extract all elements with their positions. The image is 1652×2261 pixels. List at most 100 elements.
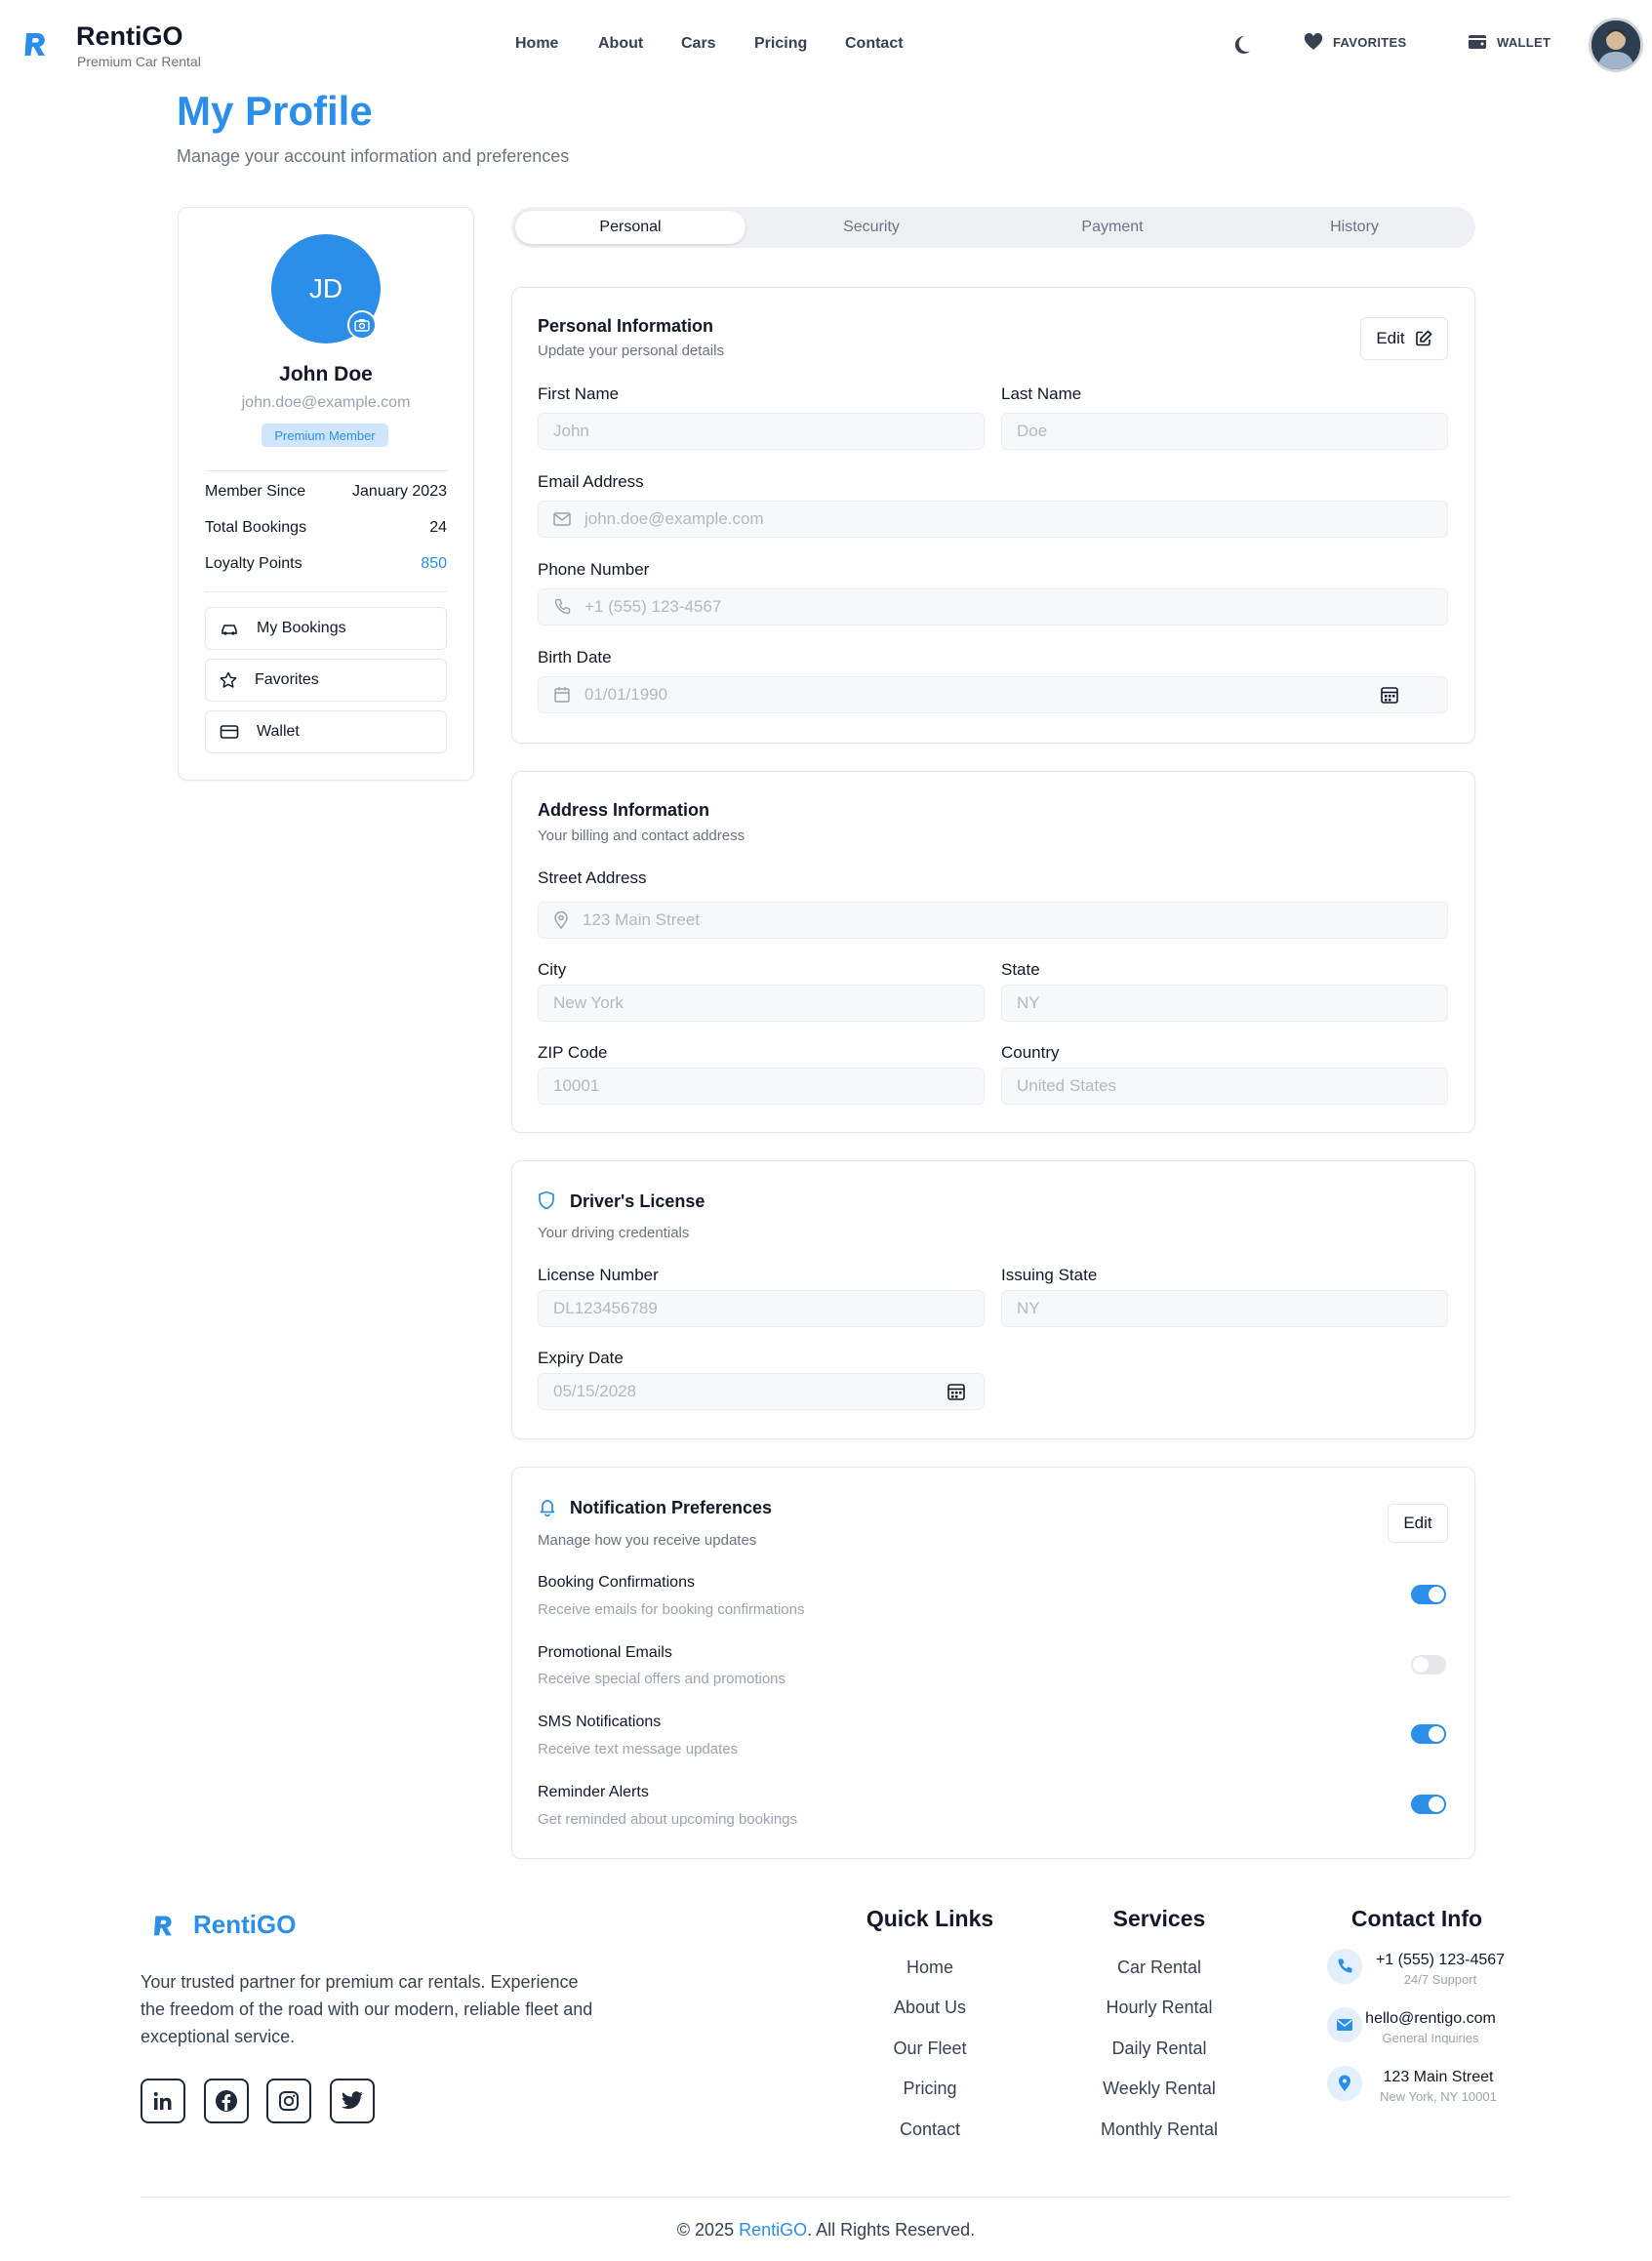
footer-link-contact[interactable]: Contact bbox=[849, 2120, 1011, 2140]
tab-payment[interactable]: Payment bbox=[997, 211, 1228, 244]
nav-cars[interactable]: Cars bbox=[681, 35, 716, 53]
copyright-brand-link[interactable]: RentiGO bbox=[739, 2220, 807, 2240]
expiry-date-value: 05/15/2028 bbox=[553, 1382, 637, 1400]
edit-personal-button[interactable]: Edit bbox=[1360, 317, 1448, 360]
state-label: State bbox=[1001, 960, 1040, 979]
expiry-date-input[interactable]: 05/15/2028 bbox=[538, 1373, 985, 1410]
phone-value: +1 (555) 123-4567 bbox=[584, 597, 722, 616]
copyright-prefix: © 2025 bbox=[676, 2220, 740, 2240]
nav-home[interactable]: Home bbox=[515, 35, 558, 53]
pref-reminder-alerts-desc: Get reminded about upcoming bookings bbox=[538, 1811, 798, 1828]
birth-date-label: Birth Date bbox=[538, 648, 612, 666]
toggle-booking-confirmations[interactable] bbox=[1411, 1585, 1446, 1604]
zip-label: ZIP Code bbox=[538, 1043, 608, 1062]
footer-service-weekly[interactable]: Weekly Rental bbox=[1068, 2079, 1251, 2099]
menu-wallet-label: Wallet bbox=[257, 723, 300, 740]
email-input[interactable]: john.doe@example.com bbox=[538, 501, 1448, 538]
wallet-button[interactable]: WALLET bbox=[1468, 33, 1551, 51]
notification-preferences-subtitle: Manage how you receive updates bbox=[538, 1532, 757, 1549]
stat-total-bookings-label: Total Bookings bbox=[205, 519, 307, 536]
toggle-promotional-emails[interactable] bbox=[1411, 1655, 1446, 1675]
footer-logo-icon[interactable] bbox=[151, 1913, 177, 1938]
instagram-button[interactable] bbox=[266, 2079, 311, 2123]
menu-favorites[interactable]: Favorites bbox=[205, 659, 447, 702]
footer-service-car-rental[interactable]: Car Rental bbox=[1068, 1958, 1251, 1978]
contact-info-title: Contact Info bbox=[1350, 1906, 1483, 1931]
footer-divider bbox=[141, 2197, 1511, 2198]
license-number-input[interactable]: DL123456789 bbox=[538, 1290, 985, 1327]
contact-phone-sub: 24/7 Support bbox=[1403, 1972, 1477, 1987]
stat-member-since-value: January 2023 bbox=[352, 483, 447, 500]
footer-service-daily[interactable]: Daily Rental bbox=[1068, 2039, 1251, 2059]
nav-pricing[interactable]: Pricing bbox=[754, 35, 807, 53]
address-info-subtitle: Your billing and contact address bbox=[538, 828, 745, 844]
city-value: New York bbox=[553, 993, 624, 1012]
contact-email[interactable]: hello@rentigo.com bbox=[1356, 2010, 1505, 2028]
footer-link-about[interactable]: About Us bbox=[849, 1998, 1011, 2018]
brand-logo-icon[interactable] bbox=[21, 29, 51, 59]
first-name-value: John bbox=[553, 422, 589, 440]
notification-preferences-card bbox=[511, 1467, 1475, 1859]
brand-tagline: Premium Car Rental bbox=[77, 54, 201, 69]
footer-link-fleet[interactable]: Our Fleet bbox=[849, 2039, 1011, 2059]
last-name-value: Doe bbox=[1017, 422, 1048, 440]
country-input[interactable]: United States bbox=[1001, 1068, 1448, 1105]
expiry-date-label: Expiry Date bbox=[538, 1349, 624, 1367]
birth-date-input[interactable]: 01/01/1990 bbox=[538, 676, 1448, 713]
dark-mode-moon-icon[interactable] bbox=[1229, 33, 1253, 57]
contact-phone[interactable]: +1 (555) 123-4567 bbox=[1366, 1952, 1514, 1969]
favorites-button[interactable]: FAVORITES bbox=[1304, 33, 1406, 51]
menu-my-bookings[interactable]: My Bookings bbox=[205, 607, 447, 650]
footer-service-monthly[interactable]: Monthly Rental bbox=[1068, 2120, 1251, 2140]
user-avatar[interactable] bbox=[1589, 18, 1643, 72]
state-value: NY bbox=[1017, 993, 1040, 1012]
toggle-sms-notifications[interactable] bbox=[1411, 1724, 1446, 1744]
email-value: john.doe@example.com bbox=[584, 509, 764, 528]
facebook-button[interactable] bbox=[204, 2079, 249, 2123]
last-name-input[interactable]: Doe bbox=[1001, 413, 1448, 450]
brand-name[interactable]: RentiGO bbox=[76, 21, 183, 52]
pref-sms-notifications-title: SMS Notifications bbox=[538, 1714, 662, 1730]
zip-input[interactable]: 10001 bbox=[538, 1068, 985, 1105]
stat-total-bookings-value: 24 bbox=[429, 519, 447, 536]
wallet-icon bbox=[1468, 33, 1487, 51]
edit-notifications-button[interactable]: Edit bbox=[1388, 1504, 1448, 1543]
edit-icon bbox=[1415, 330, 1432, 347]
street-input[interactable]: 123 Main Street bbox=[538, 902, 1448, 939]
license-number-value: DL123456789 bbox=[553, 1299, 658, 1317]
pref-promotional-emails-desc: Receive special offers and promotions bbox=[538, 1671, 786, 1687]
tab-history[interactable]: History bbox=[1239, 211, 1470, 244]
phone-icon bbox=[553, 598, 571, 616]
nav-about[interactable]: About bbox=[598, 35, 643, 53]
date-picker-calendar-icon[interactable] bbox=[1380, 685, 1399, 705]
tab-personal[interactable]: Personal bbox=[515, 211, 745, 244]
twitter-icon bbox=[341, 2091, 364, 2111]
twitter-button[interactable] bbox=[330, 2079, 375, 2123]
issuing-state-input[interactable]: NY bbox=[1001, 1290, 1448, 1327]
membership-badge: Premium Member bbox=[262, 424, 388, 447]
menu-wallet[interactable]: Wallet bbox=[205, 710, 447, 753]
email-label: Email Address bbox=[538, 472, 644, 491]
footer-service-hourly[interactable]: Hourly Rental bbox=[1068, 1998, 1251, 2018]
footer-brand[interactable]: RentiGO bbox=[193, 1910, 296, 1940]
car-icon bbox=[220, 621, 239, 636]
toggle-reminder-alerts[interactable] bbox=[1411, 1795, 1446, 1814]
star-icon bbox=[220, 671, 237, 689]
linkedin-button[interactable] bbox=[141, 2079, 185, 2123]
change-photo-button[interactable] bbox=[347, 310, 377, 340]
phone-input[interactable]: +1 (555) 123-4567 bbox=[538, 588, 1448, 626]
footer-description: Your trusted partner for premium car ren… bbox=[141, 1972, 593, 2046]
birth-date-value: 01/01/1990 bbox=[584, 685, 668, 704]
state-input[interactable]: NY bbox=[1001, 985, 1448, 1022]
expiry-calendar-icon[interactable] bbox=[947, 1382, 966, 1401]
footer-link-home[interactable]: Home bbox=[849, 1958, 1011, 1978]
contact-address: 123 Main Street bbox=[1383, 2069, 1494, 2085]
footer-link-pricing[interactable]: Pricing bbox=[849, 2079, 1011, 2099]
drivers-license-title: Driver's License bbox=[570, 1191, 705, 1211]
first-name-input[interactable]: John bbox=[538, 413, 985, 450]
contact-location-icon bbox=[1327, 2066, 1362, 2101]
map-pin-icon bbox=[553, 911, 569, 929]
city-input[interactable]: New York bbox=[538, 985, 985, 1022]
tab-security[interactable]: Security bbox=[756, 211, 987, 244]
nav-contact[interactable]: Contact bbox=[845, 35, 904, 53]
